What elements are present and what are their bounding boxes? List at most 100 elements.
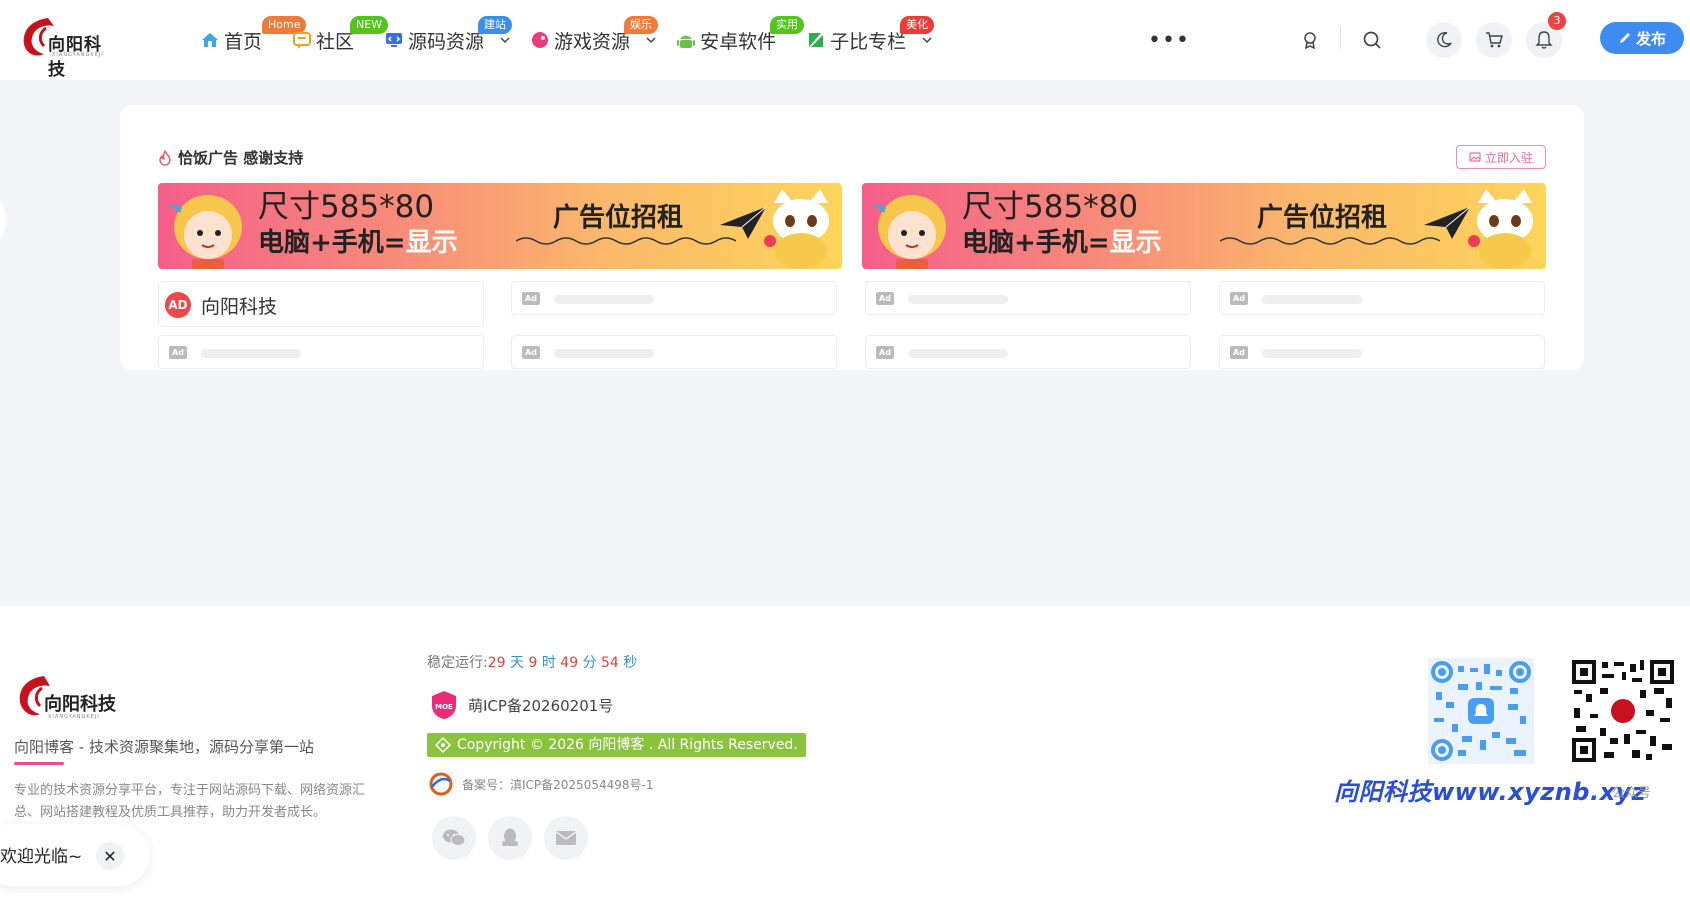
placeholder-bar xyxy=(554,349,654,358)
banner-size-text: 尺寸585*80 xyxy=(962,189,1139,225)
publish-button[interactable]: 发布 xyxy=(1600,22,1684,54)
chat-icon xyxy=(293,32,312,49)
nav-item-home[interactable]: 首页 Home xyxy=(200,0,307,80)
wechat-icon xyxy=(443,829,466,846)
uptime-counter: 稳定运行:29 天 9 时 49 分 54 秒 xyxy=(427,652,637,672)
fire-icon xyxy=(159,149,171,166)
nav-item-android[interactable]: 安卓软件 实用 xyxy=(676,0,805,80)
close-icon[interactable]: ✕ xyxy=(96,842,124,870)
welcome-text: 欢迎光临~ xyxy=(0,847,83,867)
ad-circle-badge: AD xyxy=(165,292,191,318)
placeholder-bar xyxy=(201,349,301,358)
nav-badge: 美化 xyxy=(900,16,935,34)
ad-title-text: 恰饭广告 感谢支持 xyxy=(178,149,304,167)
empty-ad-slot[interactable]: Ad xyxy=(865,335,1191,369)
search-icon xyxy=(1363,31,1381,49)
search-button[interactable] xyxy=(1354,22,1390,58)
placeholder-bar xyxy=(1262,349,1362,358)
wave-decoration-icon xyxy=(1220,237,1440,245)
ad-section: 恰饭广告 感谢支持 立即入驻 尺寸585*80 电脑+手机=显示 广告位招租 尺… xyxy=(120,105,1584,370)
text-ad-name: 向阳科技 xyxy=(201,296,278,318)
nav-badge: 实用 xyxy=(770,16,805,34)
cartoon-girl-icon xyxy=(168,195,242,269)
nav-badge: NEW xyxy=(350,16,389,34)
nav-item-community[interactable]: 社区 NEW xyxy=(292,0,389,80)
home-icon xyxy=(202,33,218,47)
site-logo[interactable]: 向阳科技 XIANGYANGKEJI xyxy=(18,14,118,80)
ad-banner[interactable]: 尺寸585*80 电脑+手机=显示 广告位招租 xyxy=(158,183,842,269)
footer-logo[interactable]: 向阳科技 XIANGYANGKEJI xyxy=(14,672,124,722)
ad-tag: Ad xyxy=(522,292,540,305)
empty-ad-slot[interactable]: Ad xyxy=(1219,281,1545,315)
main-nav: 首页 Home 社区 NEW 源码资源 建站 游戏资源 娱乐 安卓软件 实用 子… xyxy=(200,0,935,80)
banner-text: 尺寸585*80 电脑+手机=显示 xyxy=(258,188,458,260)
ad-tag: Ad xyxy=(169,346,187,359)
nav-item-game[interactable]: 游戏资源 娱乐 xyxy=(530,0,659,80)
diamond-icon xyxy=(435,737,451,753)
footer-accent-line xyxy=(14,762,64,765)
chevron-down-icon[interactable] xyxy=(922,35,932,45)
award-icon xyxy=(1304,32,1316,49)
game-icon xyxy=(532,32,549,48)
cart-icon xyxy=(1486,32,1503,48)
moe-badge-text: MOE xyxy=(435,703,453,711)
bell-icon xyxy=(1535,31,1553,49)
text-ad-slot[interactable]: AD 向阳科技 xyxy=(158,281,484,327)
signin-button[interactable] xyxy=(1292,22,1328,58)
email-button[interactable] xyxy=(544,816,588,860)
moe-icp-link[interactable]: MOE 萌ICP备20260201号 xyxy=(430,690,613,720)
uptime-seconds: 54 xyxy=(601,655,619,671)
theme-toggle-button[interactable] xyxy=(1426,22,1462,58)
header-divider xyxy=(1340,27,1341,49)
moe-shield-icon: MOE xyxy=(432,691,456,719)
paper-plane-icon xyxy=(720,206,767,239)
pen-icon xyxy=(1619,33,1630,43)
empty-ad-slot[interactable]: Ad xyxy=(511,335,837,369)
uptime-minute-unit: 分 xyxy=(582,655,597,671)
qq-group-qr-code xyxy=(1428,658,1534,764)
ad-banner[interactable]: 尺寸585*80 电脑+手机=显示 广告位招租 xyxy=(862,183,1546,269)
footer-slogan: 向阳博客 - 技术资源聚集地，源码分享第一站 xyxy=(14,738,314,756)
wechat-qr-label: 公众号 xyxy=(1612,786,1652,801)
cartoon-cat-icon xyxy=(764,189,829,269)
empty-ad-slot[interactable]: Ad xyxy=(511,281,837,315)
empty-ad-slot[interactable]: Ad xyxy=(865,281,1191,315)
nav-label: 首页 xyxy=(224,30,263,53)
placeholder-bar xyxy=(1262,295,1362,304)
ad-tag: Ad xyxy=(1230,346,1248,359)
wechat-button[interactable] xyxy=(432,816,476,860)
placeholder-bar xyxy=(554,295,654,304)
uptime-hours: 9 xyxy=(528,655,538,671)
beian-link[interactable]: 备案号：滇ICP备2025054498号-1 xyxy=(428,771,653,797)
beian-text: 备案号：滇ICP备2025054498号-1 xyxy=(462,777,654,792)
uptime-day-unit: 天 xyxy=(510,655,524,671)
copyright-text: Copyright © 2026 向阳博客 . All Rights Reser… xyxy=(457,737,798,753)
ad-tag: Ad xyxy=(876,292,894,305)
nav-item-source-code[interactable]: 源码资源 建站 xyxy=(384,0,513,80)
side-drawer-handle[interactable] xyxy=(0,195,6,245)
moon-icon xyxy=(1437,31,1452,48)
copyright-badge: Copyright © 2026 向阳博客 . All Rights Reser… xyxy=(427,733,806,757)
placeholder-bar xyxy=(908,295,1008,304)
top-header: 向阳科技 XIANGYANGKEJI 首页 Home 社区 NEW 源码资源 建… xyxy=(0,0,1690,80)
join-ad-button[interactable]: 立即入驻 xyxy=(1456,145,1546,169)
wechat-official-qr-code xyxy=(1570,658,1676,764)
banner-sub-text: 电脑+手机=显示 xyxy=(962,226,1162,260)
more-menu-button[interactable]: ••• xyxy=(1148,28,1190,53)
nav-item-zibi[interactable]: 子比专栏 美化 xyxy=(806,0,935,80)
chevron-down-icon[interactable] xyxy=(500,35,510,45)
paper-plane-icon xyxy=(1424,206,1471,239)
chevron-down-icon[interactable] xyxy=(646,35,656,45)
mail-icon xyxy=(555,831,577,845)
empty-ad-slot[interactable]: Ad xyxy=(1219,335,1545,369)
cart-button[interactable] xyxy=(1476,22,1512,58)
nav-label: 安卓软件 xyxy=(700,30,777,53)
banner-sub-text: 电脑+手机=显示 xyxy=(258,226,458,260)
android-icon xyxy=(677,35,696,48)
banner-sub-b: 显示 xyxy=(1109,228,1162,258)
ad-tag: Ad xyxy=(522,346,540,359)
qq-button[interactable] xyxy=(488,816,532,860)
qr-code-icon xyxy=(1570,658,1676,764)
empty-ad-slot[interactable]: Ad xyxy=(158,335,484,369)
nav-badge: 娱乐 xyxy=(624,16,659,34)
